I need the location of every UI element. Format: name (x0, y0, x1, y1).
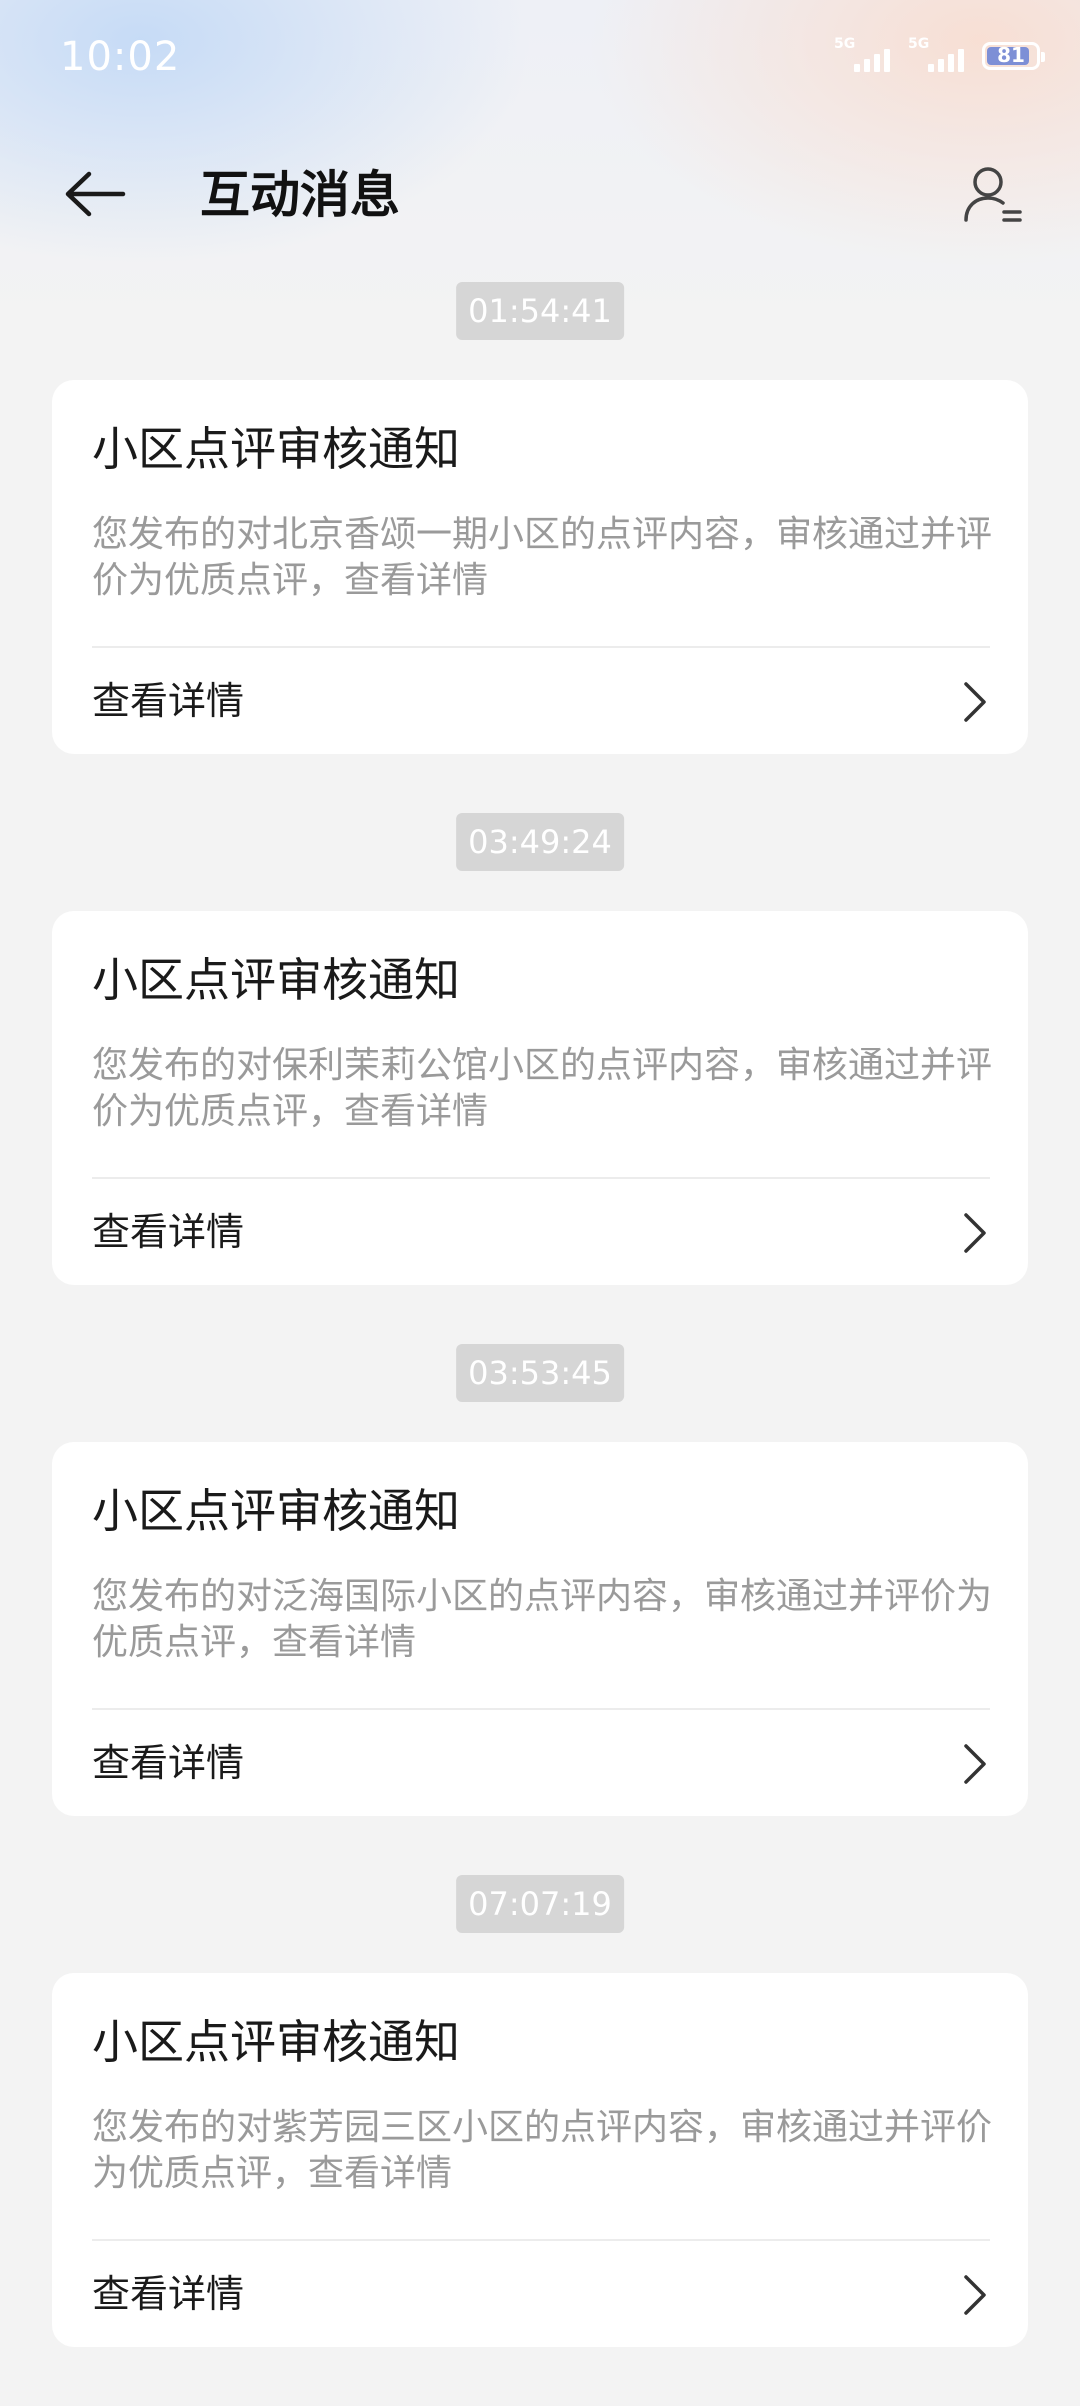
message-description: 您发布的对北京香颂一期小区的点评内容，审核通过并评价为优质点评，查看详情 (92, 514, 993, 601)
view-details-button[interactable]: 查看详情 (52, 648, 1028, 754)
message-timestamp: 03:49:24 (456, 813, 624, 871)
message-description: 您发布的对泛海国际小区的点评内容，审核通过并评价为优质点评，查看详情 (92, 1576, 993, 1663)
battery-icon: 81 (982, 42, 1045, 70)
view-details-button[interactable]: 查看详情 (52, 2241, 1028, 2347)
page-title: 互动消息 (200, 166, 400, 224)
view-details-label: 查看详情 (92, 679, 245, 723)
status-bar: 10:02 5G 5G 81 (0, 0, 1080, 118)
profile-button[interactable] (958, 160, 1028, 230)
message-card[interactable]: 小区点评审核通知 您发布的对北京香颂一期小区的点评内容，审核通过并评价为优质点评… (52, 380, 1028, 754)
message-timestamp: 07:07:19 (456, 1875, 624, 1933)
view-details-label: 查看详情 (92, 1210, 245, 1254)
message-description: 您发布的对保利茉莉公馆小区的点评内容，审核通过并评价为优质点评，查看详情 (92, 1045, 993, 1132)
status-indicators: 5G 5G 81 (834, 36, 1045, 72)
arrow-left-icon (65, 171, 126, 217)
message-card[interactable]: 小区点评审核通知 您发布的对泛海国际小区的点评内容，审核通过并评价为优质点评，查… (52, 1442, 1028, 1816)
message-card[interactable]: 小区点评审核通知 您发布的对保利茉莉公馆小区的点评内容，审核通过并评价为优质点评… (52, 911, 1028, 1285)
chevron-right-icon (964, 1744, 986, 1784)
network-type-2: 5G (908, 36, 930, 52)
message-group: 01:54:41 小区点评审核通知 您发布的对北京香颂一期小区的点评内容，审核通… (0, 282, 1080, 813)
battery-level: 81 (997, 43, 1025, 67)
message-card[interactable]: 小区点评审核通知 您发布的对紫芳园三区小区的点评内容，审核通过并评价为优质点评，… (52, 1973, 1028, 2347)
message-timestamp: 01:54:41 (456, 282, 624, 340)
message-title: 小区点评审核通知 (92, 953, 460, 1007)
chevron-right-icon (964, 2275, 986, 2315)
message-title: 小区点评审核通知 (92, 1484, 460, 1538)
network-type-1: 5G (834, 36, 856, 52)
message-feed: 01:54:41 小区点评审核通知 您发布的对北京香颂一期小区的点评内容，审核通… (0, 282, 1080, 2406)
view-details-label: 查看详情 (92, 2272, 245, 2316)
message-group: 07:07:19 小区点评审核通知 您发布的对紫芳园三区小区的点评内容，审核通过… (0, 1875, 1080, 2406)
signal-2-icon: 5G (908, 36, 964, 72)
chevron-right-icon (964, 682, 986, 722)
message-group: 03:49:24 小区点评审核通知 您发布的对保利茉莉公馆小区的点评内容，审核通… (0, 813, 1080, 1344)
view-details-button[interactable]: 查看详情 (52, 1710, 1028, 1816)
app-header: 互动消息 (0, 150, 1080, 240)
signal-1-icon: 5G (834, 36, 890, 72)
message-title: 小区点评审核通知 (92, 422, 460, 476)
message-description: 您发布的对紫芳园三区小区的点评内容，审核通过并评价为优质点评，查看详情 (92, 2107, 993, 2194)
back-button[interactable] (60, 164, 130, 224)
message-title: 小区点评审核通知 (92, 2015, 460, 2069)
message-group: 03:53:45 小区点评审核通知 您发布的对泛海国际小区的点评内容，审核通过并… (0, 1344, 1080, 1875)
user-list-icon (964, 167, 1022, 222)
status-time: 10:02 (60, 34, 181, 80)
message-timestamp: 03:53:45 (456, 1344, 624, 1402)
view-details-label: 查看详情 (92, 1741, 245, 1785)
chevron-right-icon (964, 1213, 986, 1253)
view-details-button[interactable]: 查看详情 (52, 1179, 1028, 1285)
